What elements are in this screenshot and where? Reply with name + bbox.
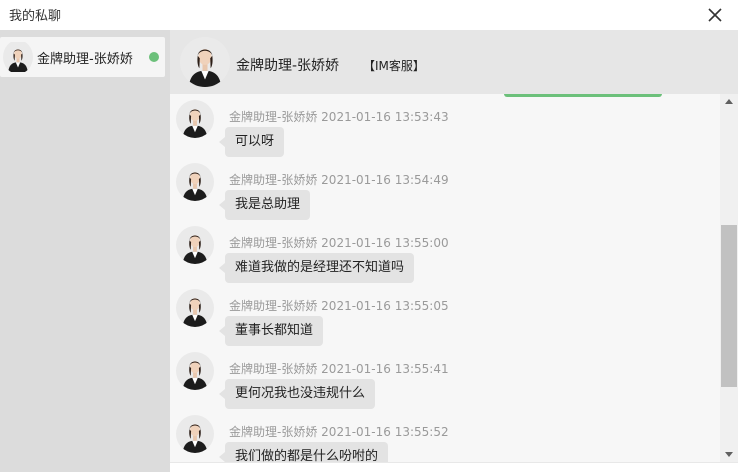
avatar bbox=[176, 415, 214, 453]
message-sender: 金牌助理-张娇娇 bbox=[229, 425, 318, 439]
message-item: 金牌助理-张娇娇 2021-01-16 13:55:52 我们做的都是什么吩咐的 bbox=[170, 409, 720, 462]
avatar bbox=[176, 100, 214, 138]
message-meta: 金牌助理-张娇娇 2021-01-16 13:53:43 bbox=[229, 108, 449, 125]
message-bubble: 可以呀 bbox=[218, 127, 285, 157]
window-title: 我的私聊 bbox=[9, 9, 62, 24]
avatar bbox=[176, 289, 214, 327]
message-list[interactable]: 金牌助理-张娇娇 2021-01-16 13:53:43 可以呀 金牌助理-张娇… bbox=[170, 94, 720, 462]
scroll-down-icon[interactable] bbox=[720, 446, 738, 462]
message-item: 金牌助理-张娇娇 2021-01-16 13:54:49 我是总助理 bbox=[170, 157, 720, 220]
message-scrollbar[interactable] bbox=[720, 94, 738, 462]
message-meta: 金牌助理-张娇娇 2021-01-16 13:55:00 bbox=[229, 234, 449, 251]
message-bubble: 更何况我也没违规什么 bbox=[218, 379, 376, 409]
online-status-dot bbox=[149, 52, 159, 62]
message-time: 2021-01-16 13:54:49 bbox=[321, 173, 449, 187]
close-icon[interactable] bbox=[704, 4, 726, 26]
contact-item[interactable]: 金牌助理-张娇娇 bbox=[0, 37, 165, 77]
chat-header: 金牌助理-张娇娇 【IM客服】 bbox=[170, 30, 738, 94]
message-sender: 金牌助理-张娇娇 bbox=[229, 173, 318, 187]
avatar bbox=[176, 226, 214, 264]
message-item: 金牌助理-张娇娇 2021-01-16 13:53:43 可以呀 bbox=[170, 94, 720, 157]
avatar bbox=[180, 37, 230, 87]
message-input-area[interactable] bbox=[170, 462, 738, 472]
message-sender: 金牌助理-张娇娇 bbox=[229, 110, 318, 124]
message-bubble: 我们做的都是什么吩咐的 bbox=[218, 442, 389, 462]
chat-partner-tag: 【IM客服】 bbox=[363, 59, 425, 73]
message-item: 金牌助理-张娇娇 2021-01-16 13:55:41 更何况我也没违规什么 bbox=[170, 346, 720, 409]
window-titlebar: 我的私聊 bbox=[0, 0, 738, 30]
message-sender: 金牌助理-张娇娇 bbox=[229, 362, 318, 376]
contact-name: 金牌助理-张娇娇 bbox=[37, 52, 133, 67]
message-sender: 金牌助理-张娇娇 bbox=[229, 299, 318, 313]
message-time: 2021-01-16 13:55:05 bbox=[321, 299, 449, 313]
message-bubble: 我是总助理 bbox=[218, 190, 311, 220]
avatar bbox=[176, 352, 214, 390]
message-bubble: 董事长都知道 bbox=[218, 316, 324, 346]
message-meta: 金牌助理-张娇娇 2021-01-16 13:55:05 bbox=[229, 297, 449, 314]
message-meta: 金牌助理-张娇娇 2021-01-16 13:55:41 bbox=[229, 360, 449, 377]
message-meta: 金牌助理-张娇娇 2021-01-16 13:55:52 bbox=[229, 423, 449, 440]
message-time: 2021-01-16 13:55:41 bbox=[321, 362, 449, 376]
contact-sidebar: 金牌助理-张娇娇 bbox=[0, 30, 170, 472]
message-time: 2021-01-16 13:55:00 bbox=[321, 236, 449, 250]
message-meta: 金牌助理-张娇娇 2021-01-16 13:54:49 bbox=[229, 171, 449, 188]
message-time: 2021-01-16 13:55:52 bbox=[321, 425, 449, 439]
message-sender: 金牌助理-张娇娇 bbox=[229, 236, 318, 250]
scroll-up-icon[interactable] bbox=[720, 94, 738, 110]
message-item: 金牌助理-张娇娇 2021-01-16 13:55:05 董事长都知道 bbox=[170, 283, 720, 346]
avatar bbox=[3, 40, 33, 74]
avatar bbox=[176, 163, 214, 201]
message-bubble: 难道我做的是经理还不知道吗 bbox=[218, 253, 415, 283]
chat-partner-name: 金牌助理-张娇娇 bbox=[236, 58, 340, 74]
scrollbar-thumb[interactable] bbox=[721, 225, 737, 387]
message-item: 金牌助理-张娇娇 2021-01-16 13:55:00 难道我做的是经理还不知… bbox=[170, 220, 720, 283]
message-time: 2021-01-16 13:53:43 bbox=[321, 110, 449, 124]
